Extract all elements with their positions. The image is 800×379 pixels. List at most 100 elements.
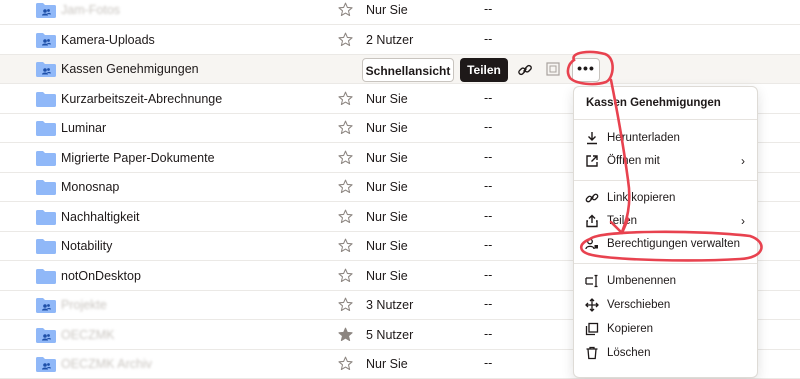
access-label: Nur Sie — [366, 357, 408, 371]
folder-icon — [36, 239, 56, 254]
preview-icon[interactable] — [546, 62, 560, 76]
menu-item-rename[interactable]: Umbenennen — [574, 271, 757, 293]
modified-label: -- — [484, 297, 493, 311]
menu-item-label: Link kopieren — [607, 192, 676, 204]
menu-divider — [574, 180, 757, 181]
modified-label: -- — [484, 326, 493, 341]
folder-icon — [36, 121, 56, 136]
file-name[interactable]: OECZMK — [61, 328, 114, 342]
modified-label: -- — [484, 179, 493, 193]
chevron-right-icon: › — [741, 154, 745, 168]
menu-item-open-with[interactable]: Öffnen mit › — [574, 151, 757, 173]
star-icon[interactable] — [338, 356, 353, 371]
file-name[interactable]: Kamera-Uploads — [61, 33, 155, 47]
access-label: 5 Nutzer — [366, 327, 414, 342]
star-icon[interactable] — [338, 297, 353, 312]
menu-item-label: Kopieren — [607, 323, 654, 335]
context-menu: Kassen Genehmigungen Herunterladen Öffne… — [573, 86, 758, 378]
file-name[interactable]: Luminar — [61, 121, 106, 135]
file-name[interactable]: Nachhaltigkeit — [61, 210, 140, 224]
link-icon — [585, 193, 599, 203]
file-name[interactable]: Kassen Genehmigungen — [61, 62, 199, 76]
share-button[interactable]: Teilen — [460, 58, 508, 82]
star-icon[interactable] — [338, 268, 353, 283]
context-menu-title: Kassen Genehmigungen — [586, 97, 721, 109]
file-name[interactable]: OECZMK Archiv — [61, 357, 152, 371]
access-label: Nur Sie — [366, 180, 408, 194]
access-label: Nur Sie — [366, 150, 408, 165]
modified-label: -- — [484, 149, 493, 164]
shared-folder-icon — [36, 32, 56, 48]
menu-item-label: Berechtigungen verwalten — [607, 238, 740, 250]
menu-item-label: Teilen — [607, 215, 638, 227]
shared-folder-icon — [36, 357, 56, 372]
access-label: 3 Nutzer — [366, 298, 414, 312]
table-row[interactable]: Jam-Fotos Nur Sie -- — [0, 0, 800, 25]
quick-view-button[interactable]: Schnellansicht — [362, 58, 454, 82]
permissions-icon — [585, 238, 598, 250]
trash-icon — [586, 346, 598, 360]
more-actions-button[interactable]: ••• — [572, 58, 600, 82]
shared-folder-icon — [36, 298, 56, 313]
menu-divider — [574, 263, 757, 264]
chevron-right-icon: › — [741, 214, 745, 228]
menu-item-copy[interactable]: Kopieren — [574, 319, 757, 341]
star-icon[interactable] — [338, 238, 353, 253]
menu-item-copy-link[interactable]: Link kopieren — [574, 188, 757, 210]
star-icon[interactable] — [338, 32, 353, 47]
folder-icon — [36, 150, 56, 166]
modified-label: -- — [484, 238, 493, 252]
share-icon — [586, 214, 598, 228]
file-name[interactable]: Kurzarbeitszeit-Abrechnunge — [61, 92, 222, 106]
star-icon[interactable] — [338, 179, 353, 194]
access-label: Nur Sie — [366, 91, 408, 106]
menu-item-label: Herunterladen — [607, 132, 680, 144]
menu-item-label: Löschen — [607, 347, 651, 359]
file-name[interactable]: Projekte — [61, 298, 107, 312]
move-icon — [585, 298, 599, 312]
menu-item-label: Öffnen mit — [607, 155, 660, 167]
menu-item-delete[interactable]: Löschen — [574, 343, 757, 365]
file-name[interactable]: Jam-Fotos — [61, 3, 120, 17]
star-icon[interactable] — [338, 120, 353, 135]
access-label: Nur Sie — [366, 209, 408, 224]
modified-label: -- — [484, 31, 493, 46]
folder-icon — [36, 91, 56, 107]
shared-folder-icon — [36, 327, 56, 343]
open-external-icon — [586, 155, 598, 167]
file-name[interactable]: Migrierte Paper-Dokumente — [61, 151, 215, 165]
file-name[interactable]: notOnDesktop — [61, 269, 141, 283]
menu-item-manage-permissions[interactable]: Berechtigungen verwalten — [574, 234, 757, 256]
modified-label: -- — [484, 356, 493, 370]
menu-divider — [574, 119, 757, 120]
file-name[interactable]: Notability — [61, 239, 112, 253]
copy-link-icon[interactable] — [517, 62, 533, 78]
star-icon[interactable] — [338, 209, 353, 224]
download-icon — [587, 132, 597, 145]
menu-item-download[interactable]: Herunterladen — [574, 128, 757, 150]
rename-icon — [585, 274, 598, 288]
star-icon[interactable] — [338, 91, 353, 106]
access-label: Nur Sie — [366, 121, 408, 135]
menu-item-share[interactable]: Teilen › — [574, 211, 757, 233]
shared-folder-icon — [36, 62, 56, 77]
table-row[interactable]: Kamera-Uploads 2 Nutzer -- — [0, 26, 800, 55]
folder-icon — [36, 209, 56, 225]
access-label: Nur Sie — [366, 3, 408, 17]
folder-icon — [36, 180, 56, 195]
modified-label: -- — [484, 208, 493, 223]
star-icon[interactable] — [338, 2, 353, 17]
access-label: 2 Nutzer — [366, 32, 414, 47]
shared-folder-icon — [36, 3, 56, 18]
copy-icon — [585, 322, 599, 336]
access-label: Nur Sie — [366, 239, 408, 253]
modified-label: -- — [484, 2, 493, 16]
folder-icon — [36, 268, 56, 284]
modified-label: -- — [484, 120, 493, 134]
star-icon[interactable] — [338, 150, 353, 165]
menu-item-label: Umbenennen — [607, 275, 677, 287]
menu-item-move[interactable]: Verschieben — [574, 295, 757, 317]
star-icon[interactable] — [338, 327, 353, 342]
modified-label: -- — [484, 90, 493, 105]
file-name[interactable]: Monosnap — [61, 180, 119, 194]
